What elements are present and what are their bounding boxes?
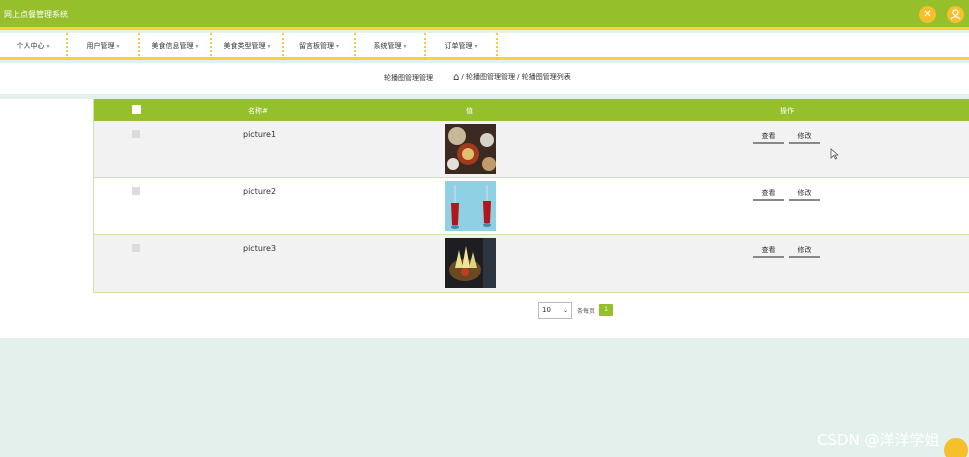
nav-item-user-management[interactable]: 用户管理 ▾ — [68, 33, 140, 60]
table-row: picture2 查看 修改 — [94, 178, 969, 235]
view-button[interactable]: 查看 — [753, 130, 784, 144]
breadcrumb-path: ⌂ / 轮播图管理管理 / 轮播图管理列表 — [453, 72, 571, 83]
chevron-down-icon: ▾ — [46, 43, 50, 50]
column-header-actions: 操作 — [780, 107, 794, 115]
nav-item-food-info-management[interactable]: 美食信息管理 ▾ — [140, 33, 212, 60]
table-row: picture3 查看 修改 — [94, 235, 969, 292]
chevron-down-icon: ▾ — [403, 43, 407, 50]
row-name: picture2 — [243, 187, 277, 196]
nav-item-message-board-management[interactable]: 留言板管理 ▾ — [284, 33, 356, 60]
nav-item-personal-center[interactable]: 个人中心 ▾ — [0, 33, 68, 60]
mouse-cursor-icon — [830, 148, 839, 160]
row-name: picture3 — [243, 244, 277, 253]
scroll-top-button[interactable] — [944, 438, 968, 457]
thumbnail-image — [445, 181, 496, 231]
row-name: picture1 — [243, 130, 277, 139]
nav-item-system-management[interactable]: 系统管理 ▾ — [356, 33, 426, 60]
edit-button[interactable]: 修改 — [789, 244, 820, 258]
chevron-down-icon: ▾ — [195, 43, 199, 50]
chevron-down-icon: ▾ — [335, 43, 339, 50]
page-title: 轮播图管理管理 — [384, 74, 433, 82]
select-all-checkbox[interactable] — [132, 105, 141, 114]
chevron-down-icon: ▾ — [474, 43, 478, 50]
table-header: 名称# 值 操作 — [94, 99, 969, 121]
chevron-down-icon: ▾ — [267, 43, 271, 50]
thumbnail-image — [445, 238, 496, 288]
user-icon[interactable] — [947, 6, 964, 23]
watermark: CSDN @洋洋学姐 — [817, 431, 940, 449]
top-bar: 网上点餐管理系统 ✕ — [0, 0, 969, 30]
per-page-label: 条每页 — [577, 308, 596, 315]
chevron-down-icon: ▾ — [116, 43, 120, 50]
carousel-table: 名称# 值 操作 picture1 查看 修改 picture2 查看 修改 p… — [93, 99, 969, 293]
page-button-current[interactable]: 1 — [599, 304, 613, 316]
view-button[interactable]: 查看 — [753, 244, 784, 258]
chevron-down-icon: ⌄ — [562, 307, 568, 314]
column-header-value: 值 — [466, 107, 473, 115]
page-size-select[interactable]: 10 ⌄ — [538, 302, 572, 319]
thumbnail-image — [445, 124, 496, 174]
row-checkbox[interactable] — [132, 187, 140, 195]
column-header-name: 名称# — [248, 107, 268, 115]
nav-item-food-type-management[interactable]: 美食类型管理 ▾ — [212, 33, 284, 60]
main-nav: 个人中心 ▾ 用户管理 ▾ 美食信息管理 ▾ 美食类型管理 ▾ 留言板管理 ▾ 系统管理 ▾… — [0, 33, 969, 60]
edit-button[interactable]: 修改 — [789, 130, 820, 144]
breadcrumb: 轮播图管理管理 ⌂ / 轮播图管理管理 / 轮播图管理列表 — [0, 63, 969, 94]
row-checkbox[interactable] — [132, 244, 140, 252]
home-icon[interactable]: ⌂ — [453, 72, 459, 83]
edit-button[interactable]: 修改 — [789, 187, 820, 201]
view-button[interactable]: 查看 — [753, 187, 784, 201]
row-checkbox[interactable] — [132, 130, 140, 138]
app-title: 网上点餐管理系统 — [4, 10, 68, 19]
tools-icon[interactable]: ✕ — [919, 6, 936, 23]
nav-item-order-management[interactable]: 订单管理 ▾ — [426, 33, 498, 60]
